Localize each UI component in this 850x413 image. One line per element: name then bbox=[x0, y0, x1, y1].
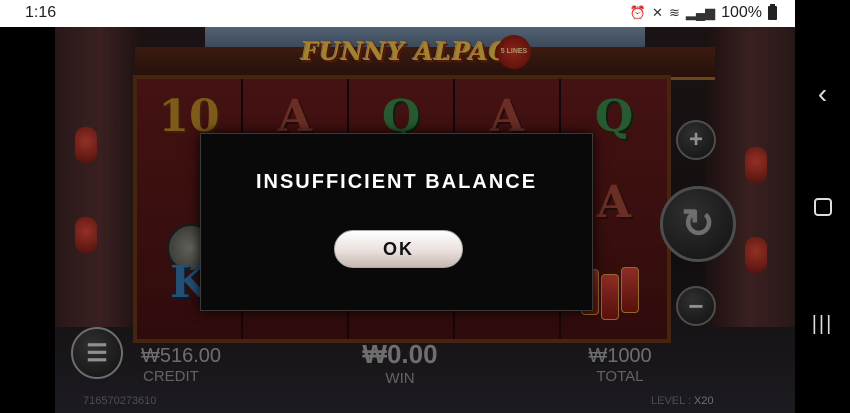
navigation-bar: ‹ ||| bbox=[795, 0, 850, 413]
back-icon[interactable]: ‹ bbox=[795, 78, 850, 110]
status-icons: ⏰ ✕ ≋ ▂▄▆ 100% bbox=[630, 4, 777, 22]
signal-icon: ▂▄▆ bbox=[685, 5, 716, 20]
mute-icon: ✕ bbox=[652, 5, 663, 20]
battery-icon bbox=[768, 4, 777, 20]
wifi-icon: ≋ bbox=[668, 5, 680, 20]
battery-percent: 100% bbox=[721, 4, 762, 21]
recent-apps-icon[interactable]: ||| bbox=[795, 313, 850, 336]
home-icon[interactable] bbox=[795, 198, 850, 221]
status-time: 1:16 bbox=[25, 4, 57, 21]
insufficient-balance-dialog: INSUFFICIENT BALANCE OK bbox=[200, 133, 593, 311]
dialog-title: INSUFFICIENT BALANCE bbox=[255, 171, 538, 193]
alarm-icon: ⏰ bbox=[629, 5, 647, 20]
status-bar: 1:16 ⏰ ✕ ≋ ▂▄▆ 100% bbox=[0, 0, 795, 27]
ok-button[interactable]: OK bbox=[334, 230, 463, 268]
